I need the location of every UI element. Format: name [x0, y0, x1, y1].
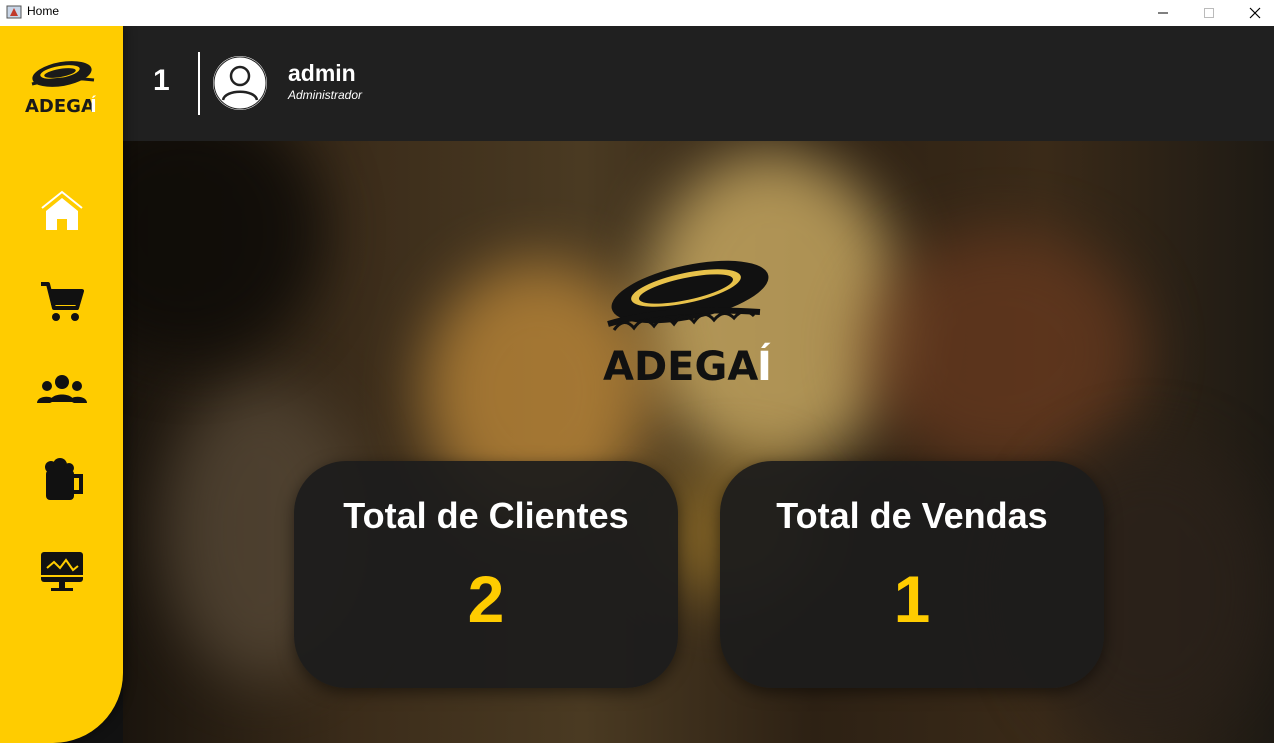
maximize-button[interactable]	[1186, 0, 1232, 26]
close-icon	[1249, 7, 1261, 19]
card-value: 1	[893, 562, 931, 636]
nav-reports[interactable]	[36, 546, 88, 596]
minimize-icon	[1158, 12, 1168, 14]
card-title: Total de Clientes	[343, 495, 629, 536]
nav-clients[interactable]	[36, 366, 88, 416]
total-sales-card: Total de Vendas 1	[720, 461, 1104, 688]
beer-mug-icon	[45, 458, 83, 500]
nav-sales[interactable]	[36, 276, 88, 326]
svg-text:Í: Í	[757, 342, 772, 386]
background-photo	[123, 141, 1274, 743]
home-icon	[41, 190, 83, 230]
user-name: admin	[288, 60, 356, 86]
maximize-icon	[1204, 8, 1214, 18]
card-title: Total de Vendas	[776, 495, 1048, 536]
svg-text:ADEGA: ADEGA	[603, 344, 758, 386]
window-title: Home	[27, 4, 60, 18]
user-id: 1	[153, 64, 170, 97]
card-value: 2	[467, 562, 505, 636]
nav-products[interactable]	[36, 456, 88, 506]
close-button[interactable]	[1232, 0, 1274, 26]
svg-text:Í: Í	[90, 95, 97, 116]
center-brand-logo: ADEGA Í	[603, 260, 772, 386]
user-role: Administrador	[288, 88, 363, 102]
main-window: 1 admin Administrador ADEGA Í ADEGA Í To…	[0, 26, 1274, 743]
header-divider	[198, 52, 200, 115]
sidebar: ADEGA Í	[0, 26, 123, 743]
total-clients-card: Total de Clientes 2	[294, 461, 678, 688]
window-titlebar: Home	[0, 0, 1274, 26]
user-avatar-icon	[213, 56, 267, 110]
minimize-button[interactable]	[1140, 0, 1186, 26]
svg-text:ADEGA: ADEGA	[25, 96, 95, 116]
brand-logo: ADEGA Í	[25, 61, 97, 116]
app-icon	[6, 5, 22, 19]
avatar[interactable]	[213, 56, 267, 110]
monitor-chart-icon	[41, 552, 83, 591]
cart-icon	[41, 282, 84, 321]
users-icon	[37, 375, 87, 403]
nav-home[interactable]	[36, 186, 88, 236]
header-bar: 1 admin Administrador	[123, 26, 1274, 141]
